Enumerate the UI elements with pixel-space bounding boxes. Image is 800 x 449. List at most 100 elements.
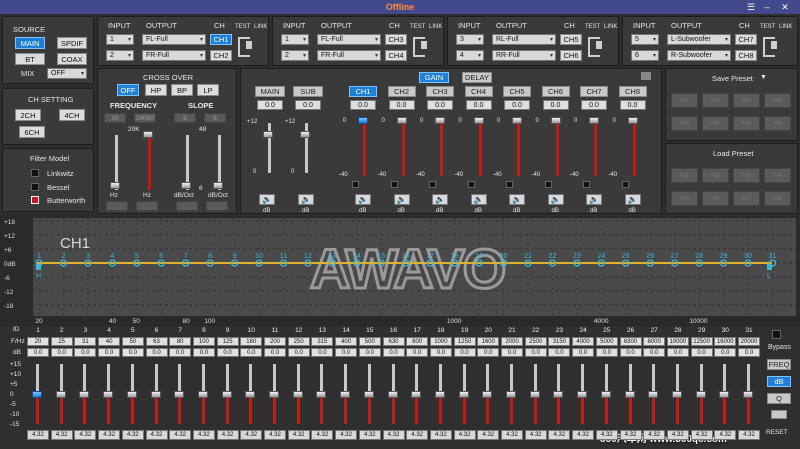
eq-band-db-field[interactable]: 0.0: [714, 348, 737, 357]
eq-band-freq-field[interactable]: 1000: [429, 337, 452, 346]
gain-ch7-speaker-icon[interactable]: 🔈: [586, 194, 602, 205]
routing-ch7-button[interactable]: CH7: [735, 34, 757, 45]
eq-band-db-field[interactable]: 0.0: [264, 348, 286, 357]
gain-ch8-phase-checkbox[interactable]: [621, 181, 629, 188]
eq-band-slider-knob[interactable]: [292, 391, 303, 398]
eq-band-q-field[interactable]: 4.32: [169, 430, 192, 440]
routing-ch8-button[interactable]: CH8: [735, 50, 757, 61]
eq-band-q-field[interactable]: 4.32: [477, 430, 500, 440]
hp-slope-link-button[interactable]: [176, 201, 198, 211]
eq-band-slider-knob[interactable]: [269, 391, 279, 398]
gain-ch2-value[interactable]: 0.0: [388, 100, 415, 110]
butterworth-checkbox[interactable]: [31, 196, 39, 204]
gain-ch2-speaker-icon[interactable]: 🔈: [393, 194, 410, 205]
routing-output-select[interactable]: FR-Full: [142, 50, 206, 61]
sub-mute-speaker-icon[interactable]: 🔈: [298, 194, 314, 205]
eq-band-freq-field[interactable]: 12500: [690, 337, 713, 346]
eq-band-slider-knob[interactable]: [221, 391, 232, 398]
eq-band-q-field[interactable]: 4.32: [216, 430, 239, 440]
eq-band-freq-field[interactable]: 20000: [738, 337, 760, 346]
eq-band-q-field[interactable]: 4.32: [264, 430, 286, 440]
gain-ch4-fader-knob[interactable]: [473, 117, 484, 124]
eq-band-db-field[interactable]: 0.0: [50, 348, 73, 357]
gain-sub-value[interactable]: 0.0: [295, 100, 321, 110]
crossover-lp-button[interactable]: LP: [197, 84, 219, 96]
gain-ch1-fader-track[interactable]: [363, 121, 366, 176]
gain-ch3-phase-checkbox[interactable]: [429, 181, 436, 188]
gain-ch6-button[interactable]: CH6: [541, 86, 570, 97]
routing-input-select[interactable]: 2: [106, 50, 134, 61]
save-preset-f05-button[interactable]: F05: [671, 116, 698, 131]
eq-band-q-field[interactable]: 4.32: [382, 430, 405, 440]
eq-db-mode-button[interactable]: dB: [767, 376, 791, 387]
eq-band-slider-knob[interactable]: [103, 391, 114, 398]
gain-ch6-value[interactable]: 0.0: [542, 100, 569, 110]
eq-band-freq-field[interactable]: 400: [335, 337, 358, 346]
delay-tab[interactable]: DELAY: [462, 72, 492, 83]
eq-band-freq-field[interactable]: 250: [287, 337, 310, 346]
eq-band-db-field[interactable]: 0.0: [382, 348, 405, 357]
load-preset-f02-button[interactable]: F02: [702, 168, 729, 183]
eq-band-freq-field[interactable]: 2500: [524, 337, 547, 346]
slope-high-value[interactable]: 6: [204, 113, 226, 123]
eq-band-db-field[interactable]: 0.0: [145, 348, 168, 357]
gain-ch1-value[interactable]: 0.0: [350, 100, 376, 110]
eq-band-slider-knob[interactable]: [743, 391, 753, 398]
linkwitz-checkbox[interactable]: [31, 169, 39, 177]
eq-band-freq-field[interactable]: 63: [145, 337, 168, 346]
eq-band-freq-field[interactable]: 50: [121, 337, 144, 346]
routing-output-select[interactable]: R-Subwoofer: [667, 50, 731, 61]
slope-low-value[interactable]: 6: [174, 113, 196, 123]
eq-band-q-field[interactable]: 4.32: [240, 430, 263, 440]
eq-band-q-field[interactable]: 4.32: [714, 430, 737, 440]
gain-ch8-button[interactable]: CH8: [618, 86, 647, 97]
eq-band-freq-field[interactable]: 1600: [477, 337, 500, 346]
eq-band-slider-knob[interactable]: [79, 391, 90, 398]
gain-panel-toggle[interactable]: [641, 72, 651, 80]
eq-band-freq-field[interactable]: 100: [192, 337, 215, 346]
eq-band-q-field[interactable]: 4.32: [311, 430, 334, 440]
load-preset-f07-button[interactable]: F07: [733, 191, 760, 206]
gain-ch2-fader-knob[interactable]: [396, 117, 407, 124]
routing-ch6-button[interactable]: CH6: [560, 50, 582, 61]
routing-output-select[interactable]: L-Subwoofer: [667, 34, 731, 45]
eq-band-q-field[interactable]: 4.32: [429, 430, 452, 440]
gain-ch2-fader-track[interactable]: [401, 121, 405, 176]
routing-ch3-button[interactable]: CH3: [385, 34, 407, 45]
gain-ch7-button[interactable]: CH7: [580, 86, 608, 97]
eq-band-slider-knob[interactable]: [434, 391, 445, 398]
eq-band-slider-knob[interactable]: [32, 391, 42, 398]
eq-band-db-field[interactable]: 0.0: [74, 348, 97, 357]
gain-ch1-phase-checkbox[interactable]: [352, 181, 359, 188]
eq-band-freq-field[interactable]: 1250: [453, 337, 476, 346]
load-preset-f01-button[interactable]: F01: [671, 168, 698, 183]
source-main-button[interactable]: MAIN: [15, 37, 45, 49]
routing-input-select[interactable]: 2: [281, 50, 309, 61]
ch-setting-6ch-button[interactable]: 6CH: [19, 126, 45, 138]
eq-band-q-field[interactable]: 4.32: [501, 430, 523, 440]
eq-freq-mode-button[interactable]: FREQ: [767, 359, 791, 370]
eq-band-db-field[interactable]: 0.0: [240, 348, 263, 357]
eq-band-db-field[interactable]: 0.0: [524, 348, 547, 357]
minimize-icon[interactable]: –: [760, 0, 774, 14]
hp-freq-slider-knob[interactable]: [110, 182, 120, 189]
eq-band-slider-knob[interactable]: [624, 391, 635, 398]
eq-band-slider-knob[interactable]: [695, 391, 706, 398]
eq-band-db-field[interactable]: 0.0: [98, 348, 121, 357]
gain-ch5-button[interactable]: CH5: [503, 86, 531, 97]
eq-band-freq-field[interactable]: 200: [264, 337, 286, 346]
eq-band-db-field[interactable]: 0.0: [27, 348, 49, 357]
eq-band-slider-knob[interactable]: [316, 391, 327, 398]
routing-output-select[interactable]: FL-Full: [142, 34, 206, 45]
eq-band-q-field[interactable]: 4.32: [548, 430, 571, 440]
eq-band-db-field[interactable]: 0.0: [429, 348, 452, 357]
routing-input-select[interactable]: 5: [631, 34, 659, 45]
eq-band-slider-knob[interactable]: [719, 391, 730, 398]
gain-ch3-fader-track[interactable]: [440, 121, 443, 176]
main-mute-speaker-icon[interactable]: 🔈: [259, 194, 275, 205]
gain-ch6-fader-track[interactable]: [555, 121, 559, 176]
eq-band-db-field[interactable]: 0.0: [287, 348, 310, 357]
eq-band-db-field[interactable]: 0.0: [738, 348, 760, 357]
main-fader-knob[interactable]: [263, 131, 273, 138]
eq-band-slider-knob[interactable]: [529, 391, 540, 398]
